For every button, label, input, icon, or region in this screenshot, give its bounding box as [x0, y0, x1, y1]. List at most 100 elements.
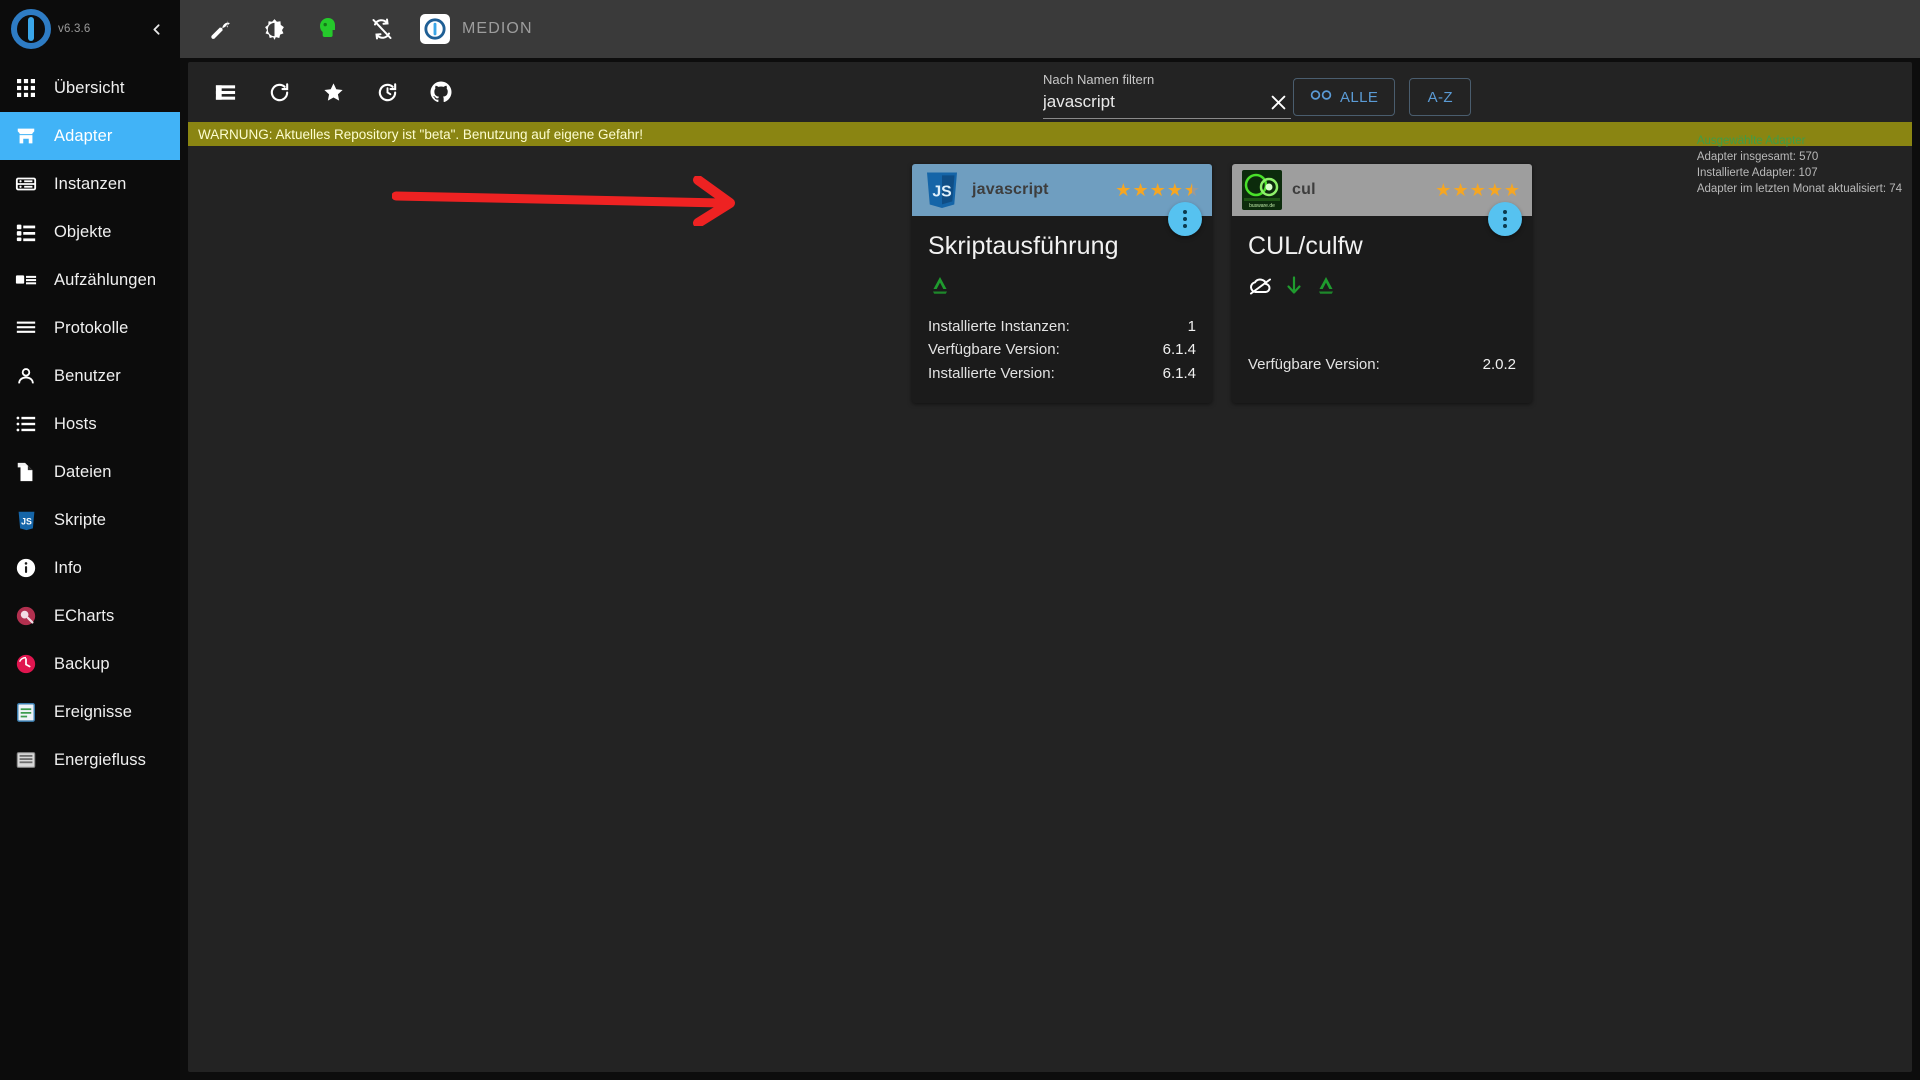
refresh-icon[interactable]	[265, 78, 293, 106]
filter-az-button[interactable]: A-Z	[1409, 78, 1472, 116]
beta-warning-banner: WARNUNG: Aktuelles Repository ist "beta"…	[188, 122, 1912, 146]
row-value: 1	[1187, 318, 1196, 335]
sidebar-item-hosts[interactable]: Hosts	[0, 400, 180, 448]
sidebar-item-label: Benutzer	[54, 366, 121, 385]
row-value: 6.1.4	[1162, 364, 1196, 382]
github-icon[interactable]	[427, 78, 455, 106]
star-icon[interactable]	[319, 78, 347, 106]
star-icon: ★	[1469, 180, 1486, 200]
stats-installed: Installierte Adapter: 107	[1696, 166, 1818, 179]
row-key: Verfügbare Version:	[928, 341, 1060, 359]
enums-icon	[14, 268, 38, 292]
sidebar-item-label: Skripte	[54, 510, 107, 529]
row-key: Verfügbare Version:	[1248, 356, 1380, 373]
star-icon: ★	[1149, 180, 1166, 200]
content-wrapper: Nach Namen filtern javascript ALLE A-Z A…	[180, 58, 1920, 1080]
files-icon	[14, 460, 38, 484]
sidebar-item-instanzen[interactable]: Instanzen	[0, 160, 180, 208]
update-history-icon[interactable]	[373, 78, 401, 106]
sidebar-item-adapter[interactable]: Adapter	[0, 112, 180, 160]
version-label: v6.3.6	[58, 23, 91, 35]
card-header: JS javascript ★ ★ ★ ★ ★	[912, 164, 1212, 216]
sidebar-item-label: Backup	[54, 654, 110, 673]
card-spacer	[1248, 315, 1516, 349]
filter-label: Nach Namen filtern	[1043, 72, 1155, 87]
top-toolbar: MEDION	[180, 0, 1920, 58]
adapter-card-cul[interactable]: busware.de cul ★ ★ ★ ★ ★ CUL/culfw Verfü…	[1232, 164, 1532, 404]
echarts-icon	[14, 604, 38, 628]
no-sync-icon[interactable]	[368, 15, 396, 43]
filter-input-row	[1043, 89, 1291, 119]
js-icon: JS	[14, 508, 38, 532]
card-info-rows: Installierte Instanzen: 1 Verfügbare Ver…	[928, 315, 1196, 385]
card-info-row: Installierte Instanzen: 1	[928, 315, 1196, 338]
card-body: Skriptausführung Installierte Instanzen:…	[912, 216, 1212, 403]
filter-all-button[interactable]: ALLE	[1293, 78, 1396, 116]
list-view-icon[interactable]	[211, 78, 239, 106]
card-menu-button[interactable]	[1168, 202, 1202, 236]
log-lines-icon	[14, 316, 38, 340]
card-info-rows: Verfügbare Version: 2.0.2	[1248, 353, 1516, 376]
svg-text:JS: JS	[932, 184, 951, 201]
sidebar-item-dateien[interactable]: Dateien	[0, 448, 180, 496]
sidebar-item-ereignisse[interactable]: Ereignisse	[0, 688, 180, 736]
star-icon: ★	[1132, 180, 1149, 200]
stats-updated: Adapter im letzten Monat aktualisiert: 7…	[1696, 182, 1902, 195]
wrench-icon[interactable]	[206, 15, 234, 43]
energy-flow-icon	[14, 748, 38, 772]
svg-text:JS: JS	[21, 516, 32, 526]
events-icon	[14, 700, 38, 724]
close-icon[interactable]	[1265, 89, 1291, 115]
sidebar-item-label: Aufzählungen	[54, 270, 157, 289]
host-chip[interactable]: MEDION	[420, 14, 533, 44]
main-area: MEDION Nach Namen filtern javascript ALL…	[180, 0, 1920, 1080]
sidebar-item-label: Protokolle	[54, 318, 129, 337]
sidebar-item-aufzaehlungen[interactable]: Aufzählungen	[0, 256, 180, 304]
adapter-stats: Ausgewählte Adapter Adapter insgesamt: 5…	[1697, 134, 1902, 197]
sidebar-header: v6.3.6	[0, 0, 180, 58]
sidebar-item-echarts[interactable]: ECharts	[0, 592, 180, 640]
brightness-icon[interactable]	[260, 15, 288, 43]
row-value: 2.0.2	[1482, 356, 1516, 373]
head-green-icon[interactable]	[314, 15, 342, 43]
sidebar-item-label: Energiefluss	[54, 750, 146, 769]
card-status-icons	[928, 273, 1196, 303]
sidebar-item-label: Ereignisse	[54, 702, 133, 721]
sidebar: v6.3.6 Übersicht Adapter Instanzen Objek…	[0, 0, 180, 1080]
warning-text: WARNUNG: Aktuelles Repository ist "beta"…	[198, 126, 644, 142]
sidebar-item-skripte[interactable]: JS Skripte	[0, 496, 180, 544]
sidebar-item-label: Adapter	[54, 126, 113, 145]
javascript-logo-icon: JS	[922, 170, 962, 210]
sidebar-item-label: Dateien	[54, 462, 112, 481]
filter-buttons: ALLE A-Z	[1293, 78, 1472, 116]
sidebar-item-protokolle[interactable]: Protokolle	[0, 304, 180, 352]
sidebar-item-label: Übersicht	[54, 78, 125, 97]
sidebar-item-info[interactable]: Info	[0, 544, 180, 592]
rating-stars: ★ ★ ★ ★ ★	[1115, 181, 1202, 199]
card-info-row: Verfügbare Version: 2.0.2	[1248, 353, 1516, 376]
stats-total: Adapter insgesamt: 570	[1696, 150, 1819, 163]
card-body: CUL/culfw Verfügbare Version: 2.0.2	[1232, 216, 1532, 394]
cul-logo-icon: busware.de	[1242, 170, 1282, 210]
sidebar-item-objekte[interactable]: Objekte	[0, 208, 180, 256]
sidebar-item-backup[interactable]: Backup	[0, 640, 180, 688]
sidebar-item-uebersicht[interactable]: Übersicht	[0, 64, 180, 112]
instances-icon	[14, 172, 38, 196]
sidebar-item-benutzer[interactable]: Benutzer	[0, 352, 180, 400]
adapter-card-javascript[interactable]: JS javascript ★ ★ ★ ★ ★ Skriptausführung…	[912, 164, 1212, 404]
adapter-toolbar: Nach Namen filtern javascript ALLE A-Z A…	[188, 62, 1912, 195]
sidebar-item-energiefluss[interactable]: Energiefluss	[0, 736, 180, 784]
adapter-toolbar-icons	[202, 78, 455, 106]
sidebar-item-label: Instanzen	[54, 174, 127, 193]
chevron-left-icon[interactable]	[142, 15, 170, 43]
card-header: busware.de cul ★ ★ ★ ★ ★	[1232, 164, 1532, 216]
green-signal-icon	[928, 275, 952, 302]
store-icon	[14, 124, 38, 148]
search-input[interactable]	[1043, 90, 1265, 114]
sidebar-nav: Übersicht Adapter Instanzen Objekte Aufz…	[0, 58, 180, 784]
backup-clock-icon	[14, 652, 38, 676]
card-info-row: Installierte Version: 6.1.4	[928, 362, 1196, 385]
card-menu-button[interactable]	[1488, 202, 1522, 236]
sidebar-item-label: ECharts	[54, 606, 115, 625]
row-value: 6.1.4	[1162, 341, 1196, 359]
